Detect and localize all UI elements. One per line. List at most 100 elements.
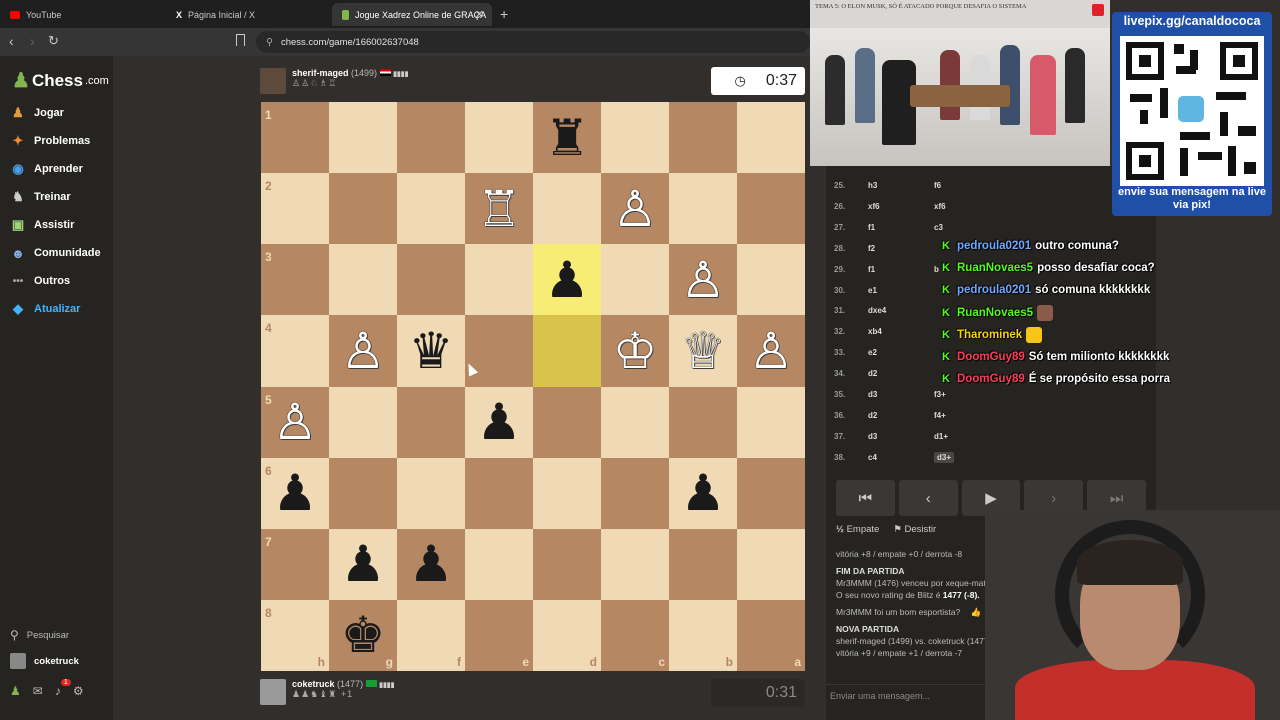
- square-g3[interactable]: [329, 244, 397, 316]
- tab-x[interactable]: X Página Inicial / X: [166, 3, 331, 26]
- square-g6[interactable]: [329, 457, 397, 529]
- white-move[interactable]: d2: [868, 369, 877, 378]
- square-c1[interactable]: [601, 102, 669, 174]
- back-icon[interactable]: ‹: [9, 33, 14, 49]
- chat-username[interactable]: RuanNovaes5: [957, 262, 1033, 274]
- chat-username[interactable]: pedroula0201: [957, 284, 1031, 296]
- chess-piece-w-b3[interactable]: ♙: [669, 244, 737, 315]
- chat-username[interactable]: pedroula0201: [957, 240, 1031, 252]
- black-move[interactable]: f4+: [934, 411, 946, 420]
- square-d1[interactable]: ♜: [533, 102, 601, 174]
- square-h5[interactable]: 5 ♙: [261, 386, 329, 458]
- square-a1[interactable]: [737, 102, 805, 174]
- white-move[interactable]: xb4: [868, 327, 882, 336]
- tab-chess-active[interactable]: Jogue Xadrez Online de GRAÇA ✕: [332, 3, 492, 26]
- sidebar-item-jogar[interactable]: ♟ Jogar: [10, 103, 64, 123]
- square-d7[interactable]: [533, 528, 601, 600]
- bottom-player-avatar[interactable]: [260, 679, 286, 705]
- square-g2[interactable]: [329, 173, 397, 245]
- chess-piece-b-g7[interactable]: ♟: [329, 529, 397, 600]
- settings-gear-icon[interactable]: ⚙: [73, 684, 84, 698]
- chess-piece-b-f7[interactable]: ♟: [397, 529, 465, 600]
- chess-piece-w-b4[interactable]: ♕: [669, 315, 737, 386]
- draw-button[interactable]: ½ Empate: [836, 524, 879, 535]
- white-move[interactable]: e2: [868, 348, 877, 357]
- chess-piece-w-c2[interactable]: ♙: [601, 173, 669, 244]
- square-h7[interactable]: 7: [261, 528, 329, 600]
- square-d2[interactable]: [533, 173, 601, 245]
- sidebar-item-atualizar[interactable]: ◆ Atualizar: [10, 299, 80, 319]
- mail-icon[interactable]: ✉: [33, 684, 43, 698]
- square-a3[interactable]: [737, 244, 805, 316]
- white-move[interactable]: c4: [868, 453, 877, 462]
- chat-username[interactable]: DoomGuy89: [957, 351, 1025, 363]
- square-g7[interactable]: ♟: [329, 528, 397, 600]
- square-c8[interactable]: c: [601, 599, 669, 671]
- square-h4[interactable]: 4: [261, 315, 329, 387]
- black-move[interactable]: b: [934, 265, 939, 274]
- chess-piece-b-h6[interactable]: ♟: [261, 458, 329, 529]
- white-move[interactable]: f1: [868, 265, 875, 274]
- chess-piece-b-d3[interactable]: ♟: [533, 244, 601, 315]
- square-d3[interactable]: ♟: [533, 244, 601, 316]
- square-e2[interactable]: ♖: [465, 173, 533, 245]
- square-b7[interactable]: [669, 528, 737, 600]
- chess-board[interactable]: 1 ♜ 2 ♖ ♙ 3 ♟ ♙ 4 ♙ ♛ ♔ ♕ ♙ 5 ♙ ♟ 6 ♟ ♟ 7 ♟ ♟ 8 h g ♚ f e d c b a: [261, 102, 805, 671]
- chess-piece-b-d1[interactable]: ♜: [533, 102, 601, 173]
- chess-piece-b-f4[interactable]: ♛: [397, 315, 465, 386]
- square-h6[interactable]: 6 ♟: [261, 457, 329, 529]
- chess-piece-w-a4[interactable]: ♙: [737, 315, 805, 386]
- square-f6[interactable]: [397, 457, 465, 529]
- square-b2[interactable]: [669, 173, 737, 245]
- thumbs-up-icon[interactable]: 👍: [971, 607, 982, 617]
- chat-username[interactable]: Tharominek: [957, 329, 1022, 341]
- square-d6[interactable]: [533, 457, 601, 529]
- square-f3[interactable]: [397, 244, 465, 316]
- square-g1[interactable]: [329, 102, 397, 174]
- chess-piece-b-e5[interactable]: ♟: [465, 387, 533, 458]
- square-a2[interactable]: [737, 173, 805, 245]
- square-d5[interactable]: [533, 386, 601, 458]
- sidebar-item-outros[interactable]: ••• Outros: [10, 271, 70, 291]
- close-tab-icon[interactable]: ✕: [475, 8, 484, 21]
- square-f7[interactable]: ♟: [397, 528, 465, 600]
- bookmark-icon[interactable]: [236, 34, 245, 46]
- chess-piece-b-b6[interactable]: ♟: [669, 458, 737, 529]
- square-h1[interactable]: 1: [261, 102, 329, 174]
- bell-icon[interactable]: ♪ 1: [55, 679, 71, 698]
- top-player-avatar[interactable]: [260, 68, 286, 94]
- sidebar-item-aprender[interactable]: ◉ Aprender: [10, 159, 83, 179]
- square-c5[interactable]: [601, 386, 669, 458]
- square-c3[interactable]: [601, 244, 669, 316]
- square-b8[interactable]: b: [669, 599, 737, 671]
- chess-logo[interactable]: ♟ Chess .com: [12, 68, 109, 93]
- white-move[interactable]: d3: [868, 390, 877, 399]
- square-e5[interactable]: ♟: [465, 386, 533, 458]
- square-a5[interactable]: [737, 386, 805, 458]
- square-a6[interactable]: [737, 457, 805, 529]
- resign-button[interactable]: ⚑ Desistir: [893, 524, 936, 535]
- black-move[interactable]: f3+: [934, 390, 946, 399]
- black-move[interactable]: d1+: [934, 432, 948, 441]
- square-d4[interactable]: [533, 315, 601, 387]
- sidebar-item-treinar[interactable]: ♞ Treinar: [10, 187, 71, 207]
- square-a8[interactable]: a: [737, 599, 805, 671]
- new-tab-button[interactable]: +: [500, 6, 508, 22]
- square-e3[interactable]: [465, 244, 533, 316]
- white-move[interactable]: h3: [868, 181, 877, 190]
- black-move[interactable]: d3+: [934, 451, 955, 463]
- chess-piece-w-h5[interactable]: ♙: [261, 387, 329, 458]
- square-c4[interactable]: ♔: [601, 315, 669, 387]
- friends-icon[interactable]: ♟: [10, 684, 21, 698]
- square-e4[interactable]: [465, 315, 533, 387]
- tab-youtube[interactable]: YouTube: [0, 3, 165, 26]
- first-move-button[interactable]: ⏮: [836, 480, 895, 516]
- chess-piece-w-g4[interactable]: ♙: [329, 315, 397, 386]
- square-b3[interactable]: ♙: [669, 244, 737, 316]
- square-h2[interactable]: 2: [261, 173, 329, 245]
- site-info-icon[interactable]: ⚲: [266, 37, 273, 48]
- square-f8[interactable]: f: [397, 599, 465, 671]
- white-move[interactable]: dxe4: [868, 306, 886, 315]
- white-move[interactable]: f2: [868, 244, 875, 253]
- chat-username[interactable]: DoomGuy89: [957, 373, 1025, 385]
